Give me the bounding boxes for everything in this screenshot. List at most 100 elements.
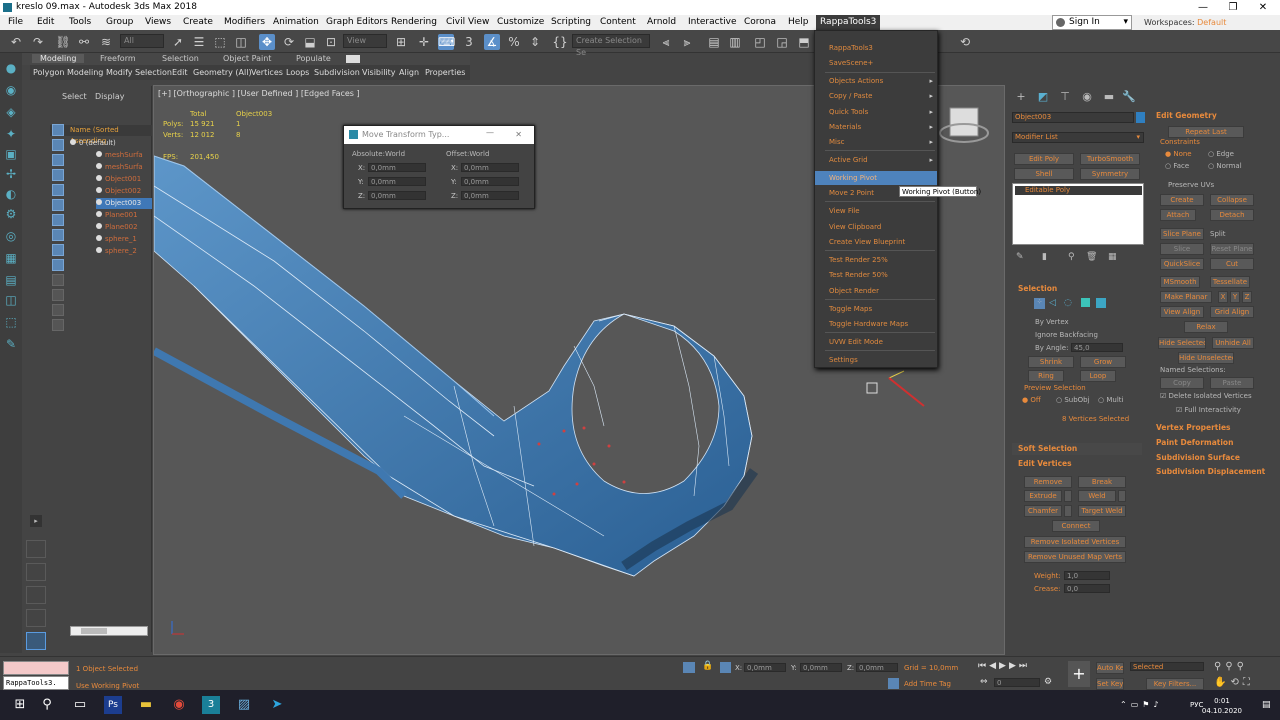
keyboard-shortcut-icon[interactable]: ⌨: [438, 34, 455, 50]
panel-properties[interactable]: Properties: [425, 68, 465, 77]
shrink-button[interactable]: Shrink: [1028, 356, 1074, 368]
layer-icon[interactable]: [26, 540, 46, 558]
bind-spacewarp-icon[interactable]: ≋: [98, 34, 114, 50]
chamfer-settings-icon[interactable]: [1064, 505, 1072, 517]
photoshop-icon[interactable]: Ps: [104, 696, 122, 714]
angle-spinner[interactable]: 45,0: [1071, 343, 1123, 352]
paste-button[interactable]: Paste: [1210, 377, 1254, 389]
menu-item-toggle-maps[interactable]: Toggle Maps: [815, 302, 937, 316]
menu-modifiers[interactable]: Modifiers: [224, 17, 265, 27]
extrude-settings-icon[interactable]: [1064, 490, 1072, 502]
layer-explorer-icon[interactable]: ▥: [727, 34, 743, 50]
helpers-icon[interactable]: ✢: [3, 167, 19, 183]
panel-align[interactable]: Align: [399, 68, 419, 77]
absolute-mode-icon[interactable]: [720, 662, 731, 673]
tray-icons[interactable]: ⌃▭⚑♪: [1120, 700, 1163, 709]
detach-button[interactable]: Detach: [1210, 209, 1254, 221]
panel-loops[interactable]: Loops: [286, 68, 309, 77]
rect-selection-icon[interactable]: ⬚: [212, 34, 228, 50]
menu-civil-view[interactable]: Civil View: [446, 17, 489, 27]
select-by-name-icon[interactable]: ☰: [191, 34, 207, 50]
crease-spinner[interactable]: 0,0: [1064, 584, 1110, 593]
filter-frozen-icon[interactable]: [52, 274, 64, 286]
vertex-properties-rollout[interactable]: Vertex Properties: [1150, 422, 1276, 434]
break-button[interactable]: Break: [1078, 476, 1126, 488]
paint-deformation-rollout[interactable]: Paint Deformation: [1150, 437, 1276, 449]
spacewarps-icon[interactable]: ◐: [3, 187, 19, 203]
menu-item-rappatools3[interactable]: RappaTools3: [815, 41, 937, 55]
edge-mode-icon[interactable]: ◁: [1049, 298, 1060, 309]
utilities-tab-icon[interactable]: 🔧: [1122, 90, 1136, 104]
modify-tab-icon[interactable]: ◩: [1036, 90, 1050, 104]
curve-editor-icon[interactable]: ◰: [752, 34, 768, 50]
menu-item-create-view-blueprint[interactable]: Create View Blueprint: [815, 235, 937, 249]
grow-button[interactable]: Grow: [1080, 356, 1126, 368]
maxscript-input[interactable]: RappaTools3.: [3, 676, 69, 690]
create-button[interactable]: Create: [1160, 194, 1204, 206]
menu-item-view-file[interactable]: View File: [815, 204, 937, 218]
viewport-nav-icons[interactable]: ⚲⚲⚲: [1214, 661, 1248, 672]
tab-populate[interactable]: Populate: [296, 54, 331, 63]
object-color-swatch[interactable]: [1136, 112, 1145, 123]
filter-helpers-icon[interactable]: [52, 184, 64, 196]
menu-rendering[interactable]: Rendering: [391, 17, 437, 27]
menu-item-settings[interactable]: Settings: [815, 353, 937, 367]
menu-interactive[interactable]: Interactive: [688, 17, 736, 27]
maxscript-listener[interactable]: [3, 661, 69, 675]
slice-button[interactable]: Slice: [1160, 243, 1204, 255]
filter-none-icon[interactable]: [52, 319, 64, 331]
layer-icon[interactable]: [26, 632, 46, 650]
align-icon[interactable]: ⫸: [679, 34, 695, 50]
undo-icon[interactable]: ↶: [8, 34, 24, 50]
menu-item-toggle-hardware-maps[interactable]: Toggle Hardware Maps: [815, 317, 937, 331]
subdivision-surface-rollout[interactable]: Subdivision Surface: [1150, 452, 1276, 464]
display-tab-icon[interactable]: ▬: [1102, 90, 1116, 104]
lights-icon[interactable]: ✦: [3, 127, 19, 143]
filter-geometry-icon[interactable]: [52, 124, 64, 136]
menu-customize[interactable]: Customize: [497, 17, 544, 27]
viewport-label[interactable]: [+] [Orthographic ] [User Defined ] [Edg…: [158, 89, 360, 98]
menu-rappatools3[interactable]: RappaTools3: [816, 15, 881, 30]
clock[interactable]: 0:01 04.10.2020: [1202, 696, 1242, 716]
coord-z-field[interactable]: 0,0mm: [856, 663, 898, 672]
maximize-button[interactable]: ❐: [1219, 0, 1247, 15]
shell-button[interactable]: Shell: [1014, 168, 1074, 180]
eye-icon[interactable]: [96, 223, 102, 229]
key-mode-icon[interactable]: ⇔: [980, 677, 988, 687]
tab-object-paint[interactable]: Object Paint: [223, 54, 271, 63]
task-view-icon[interactable]: ▭: [71, 696, 89, 714]
panel-geometry-all[interactable]: Geometry (All): [193, 68, 252, 77]
cut-button[interactable]: Cut: [1210, 258, 1254, 270]
menu-item-test-render-50[interactable]: Test Render 50%: [815, 268, 937, 282]
menu-group[interactable]: Group: [106, 17, 133, 27]
panel-modify-selection[interactable]: Modify Selection: [106, 68, 172, 77]
scene-explorer-icon[interactable]: ▤: [706, 34, 722, 50]
hierarchy-icon[interactable]: ▦: [3, 251, 19, 267]
current-frame-field[interactable]: 0: [994, 678, 1040, 687]
material-editor-icon[interactable]: ⬒: [796, 34, 812, 50]
hierarchy-tab-icon[interactable]: ⊤: [1058, 90, 1072, 104]
move-icon[interactable]: ✥: [259, 34, 275, 50]
dialog-titlebar[interactable]: Move Transform Typ... — ✕: [344, 126, 534, 144]
abs-y-field[interactable]: 0,0mm: [368, 177, 426, 186]
key-filters-button[interactable]: Key Filters...: [1146, 678, 1204, 690]
coord-x-field[interactable]: 0,0mm: [744, 663, 786, 672]
modify-icon[interactable]: ◎: [3, 229, 19, 245]
ignore-backfacing-checkbox[interactable]: Ignore Backfacing: [1035, 331, 1098, 339]
eye-icon[interactable]: [96, 175, 102, 181]
make-planar-button[interactable]: Make Planar: [1160, 291, 1212, 303]
layer-icon[interactable]: [26, 563, 46, 581]
tab-select[interactable]: Select: [62, 92, 87, 101]
menu-scripting[interactable]: Scripting: [551, 17, 591, 27]
remove-isolated-vertices-button[interactable]: Remove Isolated Vertices: [1024, 536, 1126, 548]
msmooth-button[interactable]: MSmooth: [1160, 276, 1200, 288]
eye-icon[interactable]: [96, 247, 102, 253]
by-vertex-checkbox[interactable]: By Vertex: [1035, 318, 1069, 326]
menu-item-copy-paste[interactable]: Copy / Paste ▸: [815, 89, 937, 103]
menu-item-misc[interactable]: Misc ▸: [815, 135, 937, 149]
menu-item-working-pivot[interactable]: Working Pivot: [815, 171, 937, 185]
systems-icon[interactable]: ⚙: [3, 207, 19, 223]
filter-xrefs-icon[interactable]: [52, 229, 64, 241]
paint-icon[interactable]: ✎: [3, 337, 19, 353]
list-item[interactable]: 0 (default): [70, 138, 116, 149]
